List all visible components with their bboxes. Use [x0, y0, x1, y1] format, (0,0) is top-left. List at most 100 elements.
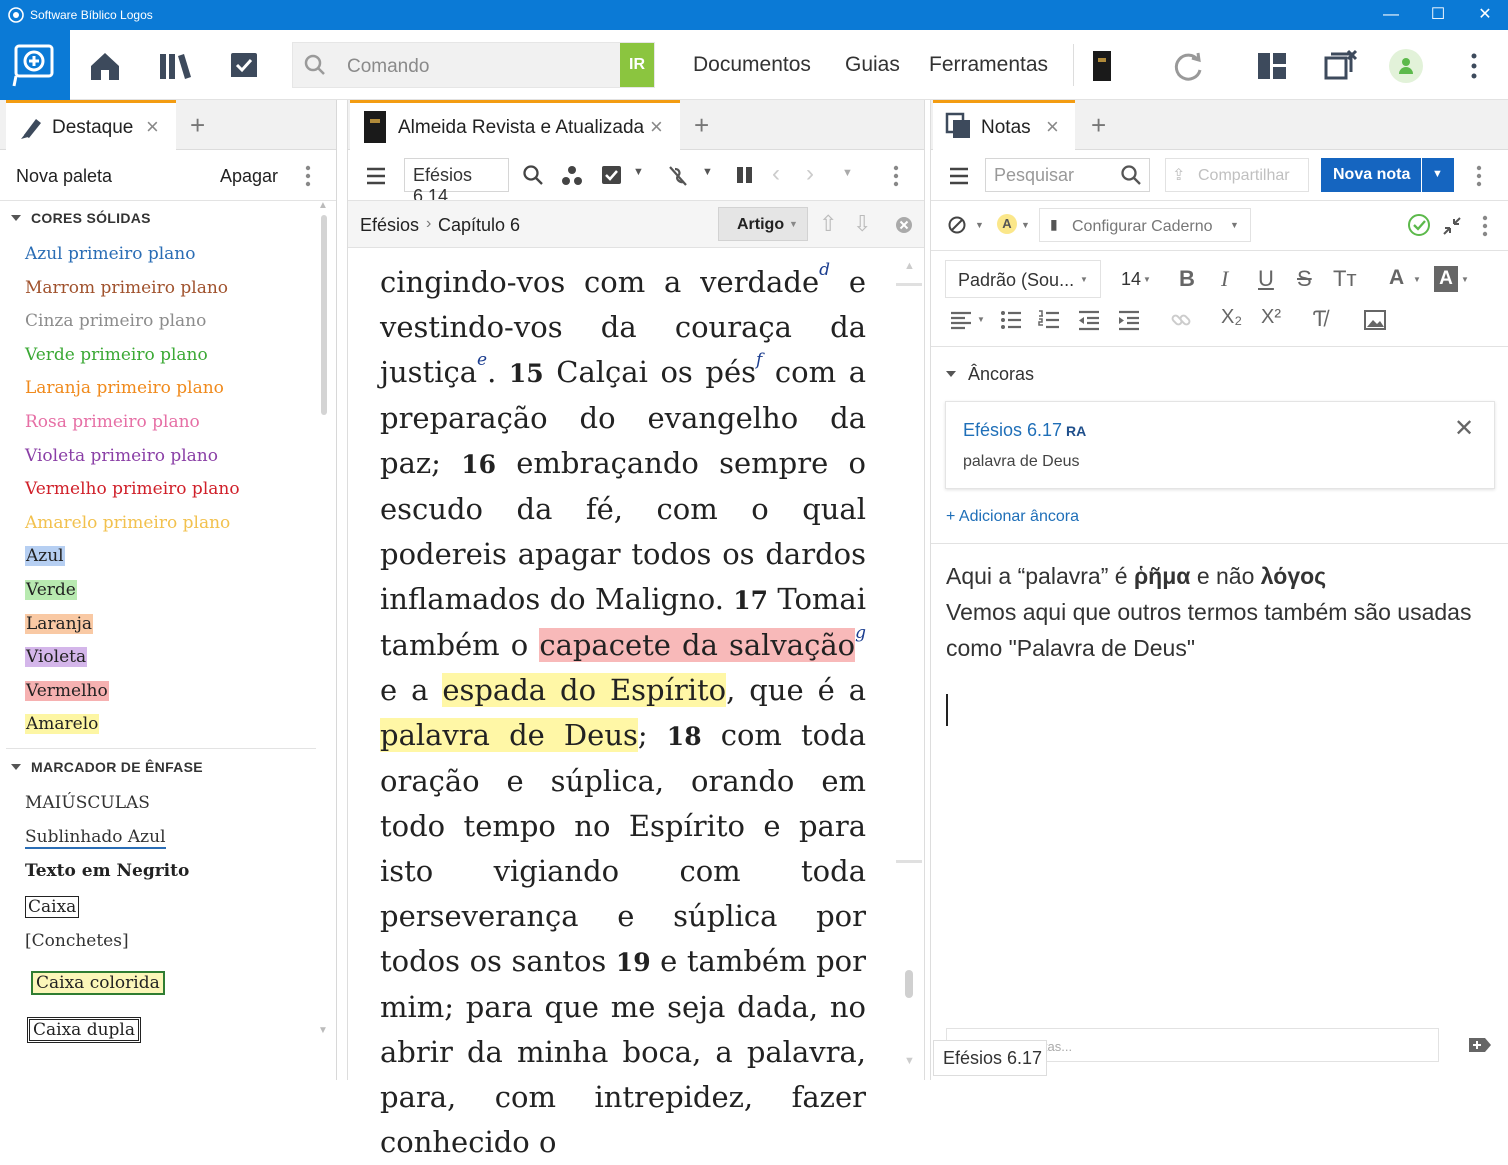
verse-number[interactable]: 18 — [667, 722, 702, 751]
close-tab-icon[interactable]: × — [650, 114, 663, 140]
dropdown-arrow-icon[interactable]: ▼ — [702, 166, 713, 178]
numbered-list-icon[interactable] — [1037, 308, 1061, 332]
article-dropdown[interactable]: Artigo ▼ — [718, 207, 808, 241]
profile-icon[interactable] — [1388, 48, 1424, 84]
clear-format-icon[interactable]: Ƭ̸ — [1313, 306, 1326, 332]
add-tab-button[interactable]: + — [190, 110, 205, 141]
highlighted-text-yellow[interactable]: palavra de Deus — [380, 718, 638, 752]
collapse-arrow-icon[interactable] — [10, 213, 22, 223]
highlight-style-item[interactable]: Laranja — [25, 614, 94, 634]
footnote-marker[interactable]: d — [819, 260, 830, 280]
anchor-card[interactable]: Efésios 6.17 RA palavra de Deus ✕ — [945, 401, 1495, 489]
indent-icon[interactable] — [1117, 308, 1141, 332]
scrollbar-thumb[interactable] — [321, 215, 327, 415]
reference-box[interactable]: Efésios 6.14 — [404, 158, 509, 206]
close-breadcrumb-icon[interactable] — [895, 216, 913, 234]
layouts-icon[interactable] — [1254, 48, 1290, 84]
menu-guides[interactable]: Guias — [845, 53, 900, 77]
tab-notes[interactable]: Notas × — [933, 100, 1075, 150]
new-palette-button[interactable]: Nova paleta — [16, 166, 112, 187]
verse-number[interactable]: 16 — [461, 450, 496, 479]
collapse-arrow-icon[interactable] — [10, 762, 22, 772]
note-editor[interactable]: Aqui a “palavra” é ῥῆμα e não λόγος Vemo… — [946, 558, 1486, 666]
highlight-style-item[interactable]: Caixa — [25, 896, 80, 918]
add-tag-icon[interactable] — [1467, 1034, 1493, 1056]
verse-number[interactable]: 17 — [733, 586, 768, 615]
highlight-style-item[interactable]: Amarelo primeiro plano — [25, 513, 230, 533]
command-box[interactable]: Comando IR — [292, 42, 655, 88]
highlight-style-item[interactable]: Cinza primeiro plano — [25, 311, 206, 331]
scrollbar-thumb[interactable] — [905, 970, 913, 998]
tasks-icon[interactable] — [226, 48, 262, 84]
maximize-button[interactable]: ☐ — [1415, 0, 1461, 30]
background-color-icon[interactable]: A — [1434, 266, 1458, 292]
breadcrumb-book[interactable]: Efésios — [360, 215, 419, 236]
dropdown-arrow-icon[interactable]: ▼ — [975, 220, 984, 230]
bullet-list-icon[interactable] — [999, 308, 1023, 332]
section-header-emphasis[interactable]: MARCADOR DE ÊNFASE — [31, 759, 203, 775]
more-options-icon[interactable] — [298, 162, 318, 190]
menu-tools[interactable]: Ferramentas — [929, 53, 1048, 77]
dropdown-arrow-icon[interactable]: ▼ — [1413, 275, 1421, 284]
tab-highlighting[interactable]: Destaque × — [6, 100, 176, 150]
command-input[interactable]: Comando — [347, 56, 429, 78]
close-tab-icon[interactable]: × — [1046, 114, 1059, 140]
home-icon[interactable] — [87, 48, 123, 84]
close-tabs-icon[interactable] — [1322, 48, 1358, 84]
highlight-style-item[interactable]: MAIÚSCULAS — [25, 793, 150, 813]
dropdown-arrow-icon[interactable]: ▼ — [977, 315, 985, 324]
more-menu-icon[interactable] — [1456, 48, 1492, 84]
strikethrough-icon[interactable]: S — [1297, 266, 1312, 292]
go-button[interactable]: IR — [620, 43, 654, 87]
anchors-header[interactable]: Âncoras — [968, 364, 1034, 385]
dropdown-arrow-icon[interactable]: ▼ — [633, 166, 644, 178]
link-icon[interactable] — [1169, 308, 1193, 332]
align-icon[interactable] — [949, 308, 973, 332]
add-tab-button[interactable]: + — [1091, 110, 1106, 141]
highlight-color-icon[interactable]: A — [997, 214, 1017, 234]
highlight-style-item[interactable]: Rosa primeiro plano — [25, 412, 200, 432]
highlighted-text-red[interactable]: capacete da salvação — [539, 628, 856, 662]
sync-icon[interactable] — [1170, 48, 1206, 84]
highlight-style-item[interactable]: Caixa colorida — [31, 971, 165, 995]
scroll-down-arrow-icon[interactable]: ▼ — [904, 1055, 915, 1067]
footnote-marker[interactable]: e — [477, 350, 487, 370]
more-options-icon[interactable] — [1471, 162, 1487, 190]
highlight-style-item[interactable]: Sublinhado Azul — [25, 827, 166, 849]
highlight-style-item[interactable]: Vermelho — [25, 681, 109, 701]
collapse-icon[interactable] — [1441, 215, 1463, 237]
more-options-icon[interactable] — [1477, 212, 1493, 240]
book-cover-icon[interactable] — [1084, 48, 1120, 84]
scroll-up-arrow-icon[interactable]: ▲ — [904, 260, 915, 272]
interlinear-icon[interactable] — [666, 163, 692, 189]
add-tab-button[interactable]: + — [694, 110, 709, 141]
parallel-columns-icon[interactable] — [734, 164, 756, 186]
dropdown-arrow-icon[interactable]: ▼ — [1461, 275, 1469, 284]
highlight-style-item[interactable]: Marrom primeiro plano — [25, 278, 228, 298]
verse-number[interactable]: 19 — [616, 948, 651, 977]
search-button[interactable] — [0, 30, 70, 100]
close-window-button[interactable]: ✕ — [1462, 0, 1508, 30]
dropdown-arrow-icon[interactable]: ▼ — [842, 167, 853, 179]
highlight-style-item[interactable]: Azul primeiro plano — [25, 244, 196, 264]
subscript-icon[interactable]: X₂ — [1221, 306, 1242, 329]
previous-icon[interactable]: ‹ — [772, 160, 780, 188]
bold-icon[interactable]: B — [1179, 266, 1195, 292]
library-icon[interactable] — [157, 48, 193, 84]
superscript-icon[interactable]: X² — [1261, 306, 1281, 329]
highlight-style-item[interactable]: Texto em Negrito — [25, 861, 189, 881]
collapse-arrow-icon[interactable] — [945, 369, 957, 379]
highlight-style-item[interactable]: Violeta — [25, 647, 88, 667]
notes-search-box[interactable]: Pesquisar — [985, 158, 1150, 192]
anchor-reference[interactable]: Efésios 6.17 — [963, 420, 1062, 441]
highlight-style-item[interactable]: Verde primeiro plano — [25, 345, 208, 365]
panel-menu-icon[interactable] — [947, 164, 971, 188]
verse-number[interactable]: 15 — [509, 359, 544, 388]
panel-menu-icon[interactable] — [364, 164, 388, 188]
minimize-button[interactable]: — — [1368, 0, 1414, 30]
highlight-style-item[interactable]: Verde — [25, 580, 77, 600]
new-note-button[interactable]: Nova nota — [1321, 158, 1421, 192]
search-icon[interactable] — [522, 164, 544, 186]
menu-documents[interactable]: Documentos — [693, 53, 811, 77]
highlighted-text-yellow[interactable]: espada do Espírito — [442, 673, 727, 707]
